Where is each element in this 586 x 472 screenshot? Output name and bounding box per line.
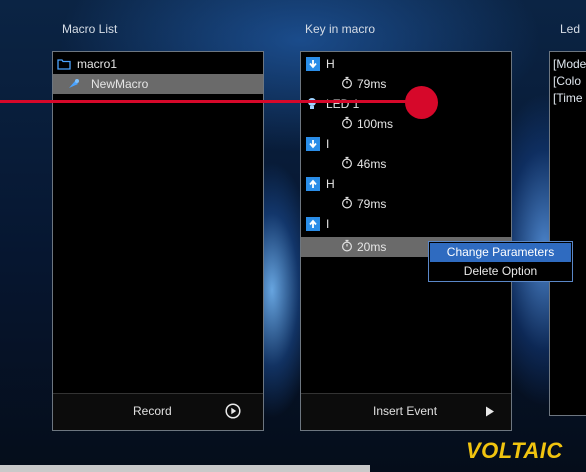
led-line: [Mode	[553, 57, 586, 71]
key-in-macro-title: Key in macro	[305, 22, 376, 36]
event-row[interactable]: 79ms	[301, 74, 511, 94]
arrow-up-icon	[306, 177, 320, 191]
play-circle-icon[interactable]	[225, 403, 241, 419]
stopwatch-icon	[341, 76, 353, 92]
arrow-down-icon	[306, 137, 320, 151]
event-row[interactable]: H	[301, 174, 511, 194]
stopwatch-icon	[341, 116, 353, 132]
event-label: 46ms	[357, 157, 387, 171]
event-label: H	[326, 57, 335, 71]
stopwatch-icon	[341, 196, 353, 212]
record-label[interactable]: Record	[133, 404, 172, 418]
macro-item-label: NewMacro	[91, 77, 149, 91]
bottom-strip	[0, 465, 370, 472]
event-row[interactable]: H	[301, 54, 511, 74]
event-row[interactable]: I	[301, 134, 511, 154]
macro-file-icon	[67, 78, 81, 90]
delete-option-menu-item[interactable]: Delete Option	[430, 262, 571, 281]
event-row[interactable]: 100ms	[301, 114, 511, 134]
event-row[interactable]: 46ms	[301, 154, 511, 174]
macro-list-panel: macro1 NewMacro Record	[52, 51, 264, 431]
event-row[interactable]: I	[301, 214, 511, 234]
led-panel: [Mode [Colo [Time	[549, 51, 586, 416]
event-label: H	[326, 177, 335, 191]
macro-folder-label: macro1	[77, 57, 118, 71]
stopwatch-icon	[341, 156, 353, 172]
event-label: 100ms	[357, 117, 394, 131]
event-label: I	[326, 137, 330, 151]
arrow-down-icon	[306, 57, 320, 71]
annotation-dot	[405, 86, 438, 119]
event-row[interactable]: 79ms	[301, 194, 511, 214]
led-line: [Colo	[553, 74, 582, 88]
event-label: 79ms	[357, 77, 387, 91]
arrow-up-icon	[306, 217, 320, 231]
macro-folder-row[interactable]: macro1	[53, 54, 263, 74]
led-line: [Time	[553, 91, 583, 105]
change-parameters-menu-item[interactable]: Change Parameters	[430, 243, 571, 262]
context-menu: Change Parameters Delete Option	[428, 241, 573, 282]
event-label: I	[326, 217, 330, 231]
led-title: Led	[560, 22, 581, 36]
insert-event-label[interactable]: Insert Event	[373, 404, 437, 418]
macro-list-footer: Record	[53, 393, 263, 430]
folder-icon	[57, 58, 71, 70]
macro-list-title: Macro List	[62, 22, 118, 36]
macro-item-newmacro[interactable]: NewMacro	[53, 74, 263, 94]
stopwatch-icon	[341, 239, 353, 255]
event-label: 20ms	[357, 240, 387, 254]
event-label: 79ms	[357, 197, 387, 211]
voltaic-logo: VOLTAIC	[466, 438, 563, 463]
key-in-macro-footer: Insert Event	[301, 393, 511, 430]
annotation-line	[0, 100, 424, 103]
play-triangle-icon[interactable]	[485, 406, 495, 417]
